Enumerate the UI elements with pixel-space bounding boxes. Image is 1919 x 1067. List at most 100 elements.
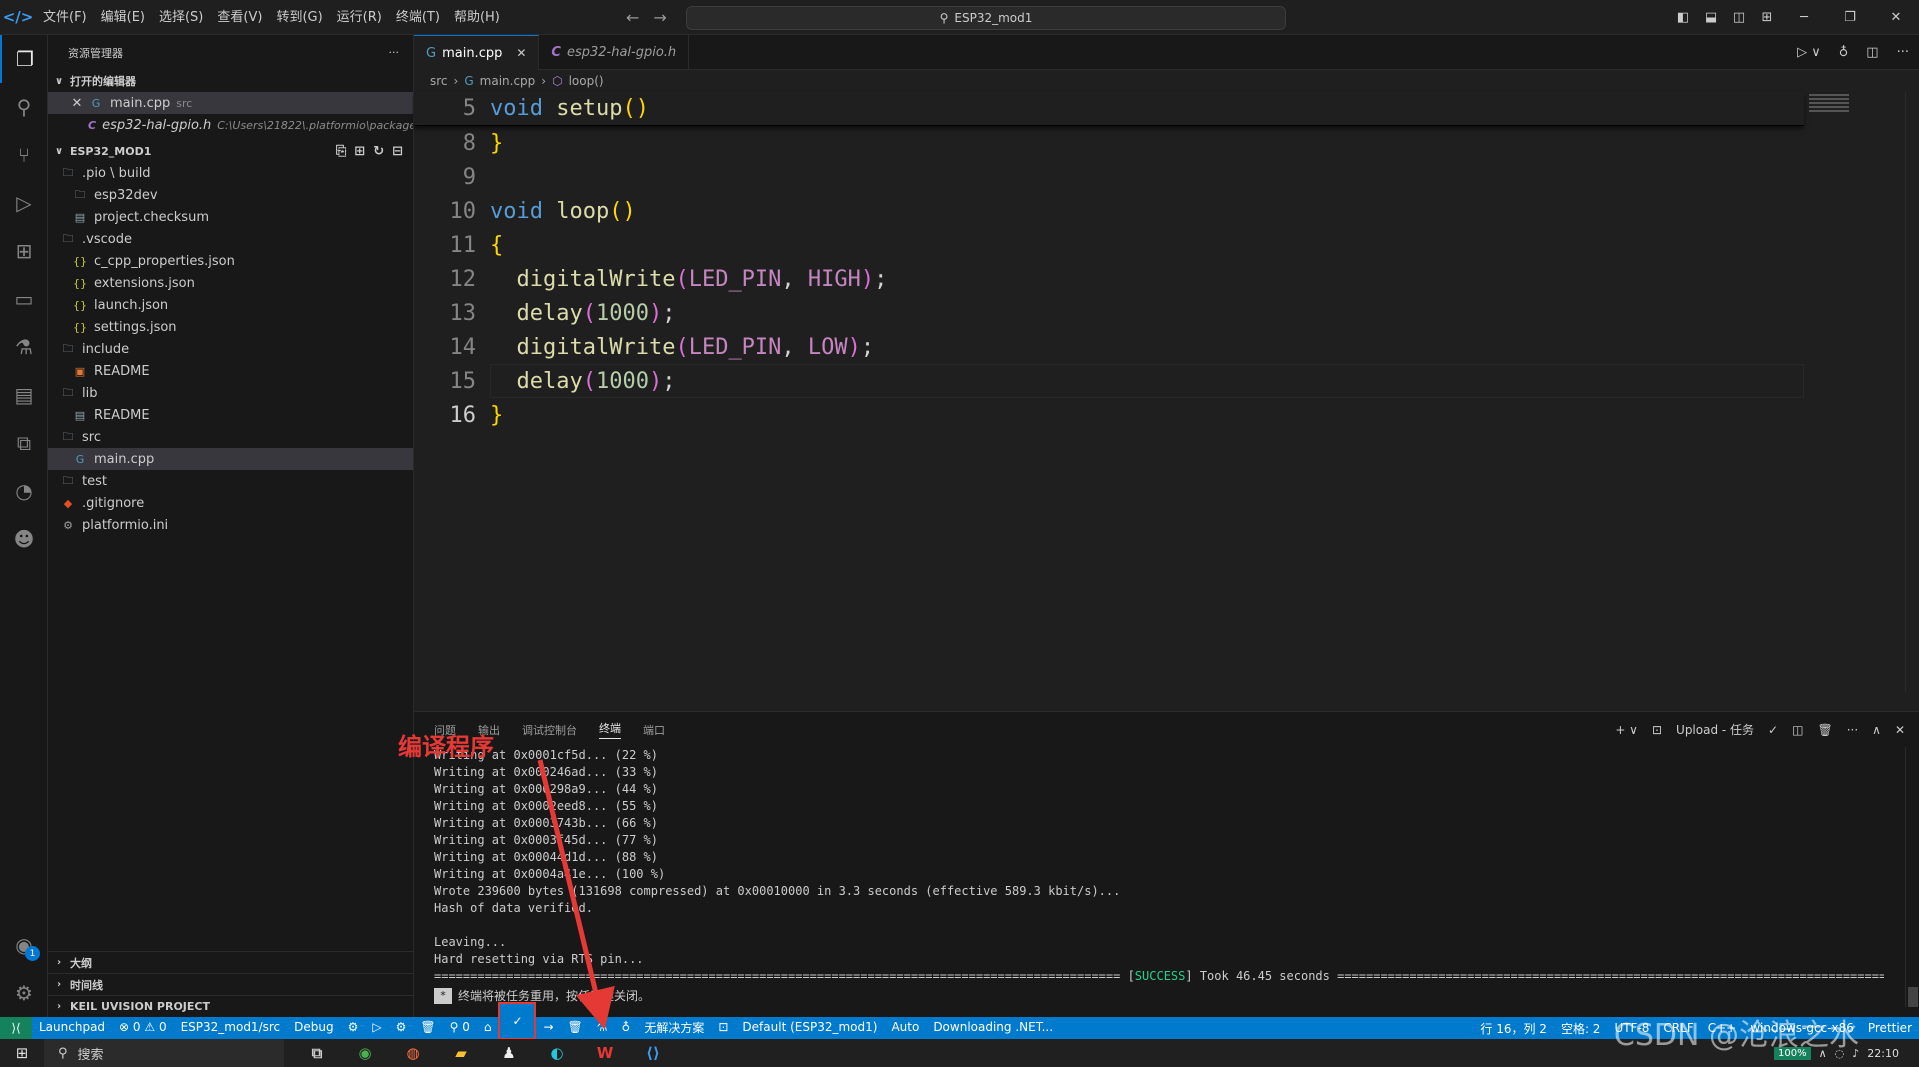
explorer-icon[interactable]: ❐ [0,35,48,83]
platformio-pin-icon[interactable]: ♁ [1839,45,1849,60]
command-center-search[interactable]: ⚲ ESP32_mod1 [686,6,1286,30]
build-check-button[interactable]: ✓ [498,1002,537,1040]
status-item[interactable]: 行 16，列 2 [1473,1017,1554,1039]
menu-selection[interactable]: 选择(S) [152,0,210,35]
source-control-icon[interactable]: ⑂ [0,131,48,179]
minimize-icon[interactable]: ─ [1781,10,1827,25]
tree-item[interactable]: ⚙ platformio.ini [48,514,413,536]
more-actions-icon[interactable]: ··· [389,46,400,59]
menu-file[interactable]: 文件(F) [36,0,94,35]
menu-edit[interactable]: 编辑(E) [94,0,152,35]
tree-item[interactable]: {} c_cpp_properties.json [48,250,413,272]
status-item[interactable]: ESP32_mod1/src [174,1016,288,1038]
status-item[interactable]: 空格: 2 [1554,1017,1608,1039]
status-item[interactable]: ⚙ [389,1016,414,1038]
menu-run[interactable]: 运行(R) [330,0,389,35]
status-item[interactable]: Launchpad [32,1016,112,1038]
edge-icon[interactable]: ◐ [544,1040,570,1066]
panel-tab-terminal[interactable]: 终端 [599,720,621,739]
code-line[interactable]: 8} [414,126,1804,160]
code-line[interactable]: 13 delay(1000); [414,296,1804,330]
code-line[interactable]: 10 void loop() [414,194,1804,228]
tree-item[interactable]: {} extensions.json [48,272,413,294]
remote-explorer-icon[interactable]: ▭ [0,275,48,323]
search-view-icon[interactable]: ⚲ [0,83,48,131]
tree-item[interactable]: 🗀 src [48,426,413,448]
keil-header[interactable]: › KEIL UVISION PROJECT [48,995,413,1017]
status-item[interactable]: Debug [287,1016,340,1038]
task-view-icon[interactable]: ⧉ [304,1040,330,1066]
tree-item[interactable]: Gmain.cpp [48,448,413,470]
breadcrumb-item[interactable]: src [430,74,448,88]
status-item[interactable]: ♁ [615,1016,638,1038]
trash-icon[interactable]: 🗑 [1817,723,1832,737]
tree-item[interactable]: 🗀 include [48,338,413,360]
testing-icon[interactable]: ⚗ [0,323,48,371]
toggle-panel-icon[interactable]: ⬓ [1697,10,1725,25]
code-line[interactable]: 9 [414,160,1804,194]
close-panel-icon[interactable]: ✕ [1895,723,1905,737]
outline-header[interactable]: › 大纲 [48,951,413,973]
project-header[interactable]: ∨ ESP32_MOD1 ⎘ ⊞ ↻ ⊟ [48,140,413,162]
tree-item[interactable]: ▣ README [48,360,413,382]
code-line[interactable]: 14 digitalWrite(LED_PIN, LOW); [414,330,1804,364]
open-editors-header[interactable]: ∨ 打开的编辑器 [48,70,413,92]
split-terminal-icon[interactable]: ◫ [1792,723,1803,737]
tree-item[interactable]: {} launch.json [48,294,413,316]
status-item[interactable]: ▷ [365,1016,388,1038]
status-item[interactable]: 🗑 [561,1016,590,1038]
menu-view[interactable]: 查看(V) [210,0,269,35]
tree-item[interactable]: 🗀 esp32dev [48,184,413,206]
new-folder-icon[interactable]: ⊞ [354,144,365,159]
status-item[interactable]: ⚗ [590,1016,615,1038]
status-item[interactable]: Auto [884,1016,926,1038]
tree-item[interactable]: {} settings.json [48,316,413,338]
panel-tab-debug-console[interactable]: 调试控制台 [522,722,577,738]
run-debug-icon[interactable]: ▷ [0,179,48,227]
clock[interactable]: 22:10 [1867,1047,1899,1060]
git-graph-icon[interactable]: ◔ [0,467,48,515]
forward-arrow-icon[interactable]: → [653,0,666,35]
taskbar-search[interactable]: ⚲ 搜索 [44,1039,284,1067]
tree-item[interactable]: 🗀 lib [48,382,413,404]
code-line[interactable]: 12 digitalWrite(LED_PIN, HIGH); [414,262,1804,296]
breadcrumb-item[interactable]: loop() [569,74,604,88]
more-actions-icon[interactable]: ··· [1897,45,1909,60]
qq-icon[interactable]: ♟ [496,1040,522,1066]
code-line[interactable]: 16} [414,398,1804,432]
tree-item[interactable]: 🗀 .pio \ build [48,162,413,184]
platformio-icon[interactable]: ☻ [0,515,48,563]
status-item[interactable]: ⌂ [477,1016,499,1038]
status-item[interactable]: Downloading .NET... [926,1016,1060,1038]
back-arrow-icon[interactable]: ← [626,0,639,35]
extensions-icon[interactable]: ⊞ [0,227,48,275]
file-explorer-icon[interactable]: ▰ [448,1040,474,1066]
close-window-icon[interactable]: ✕ [1873,10,1919,25]
editor-scrollbar[interactable] [1905,92,1919,692]
new-file-icon[interactable]: ⎘ [336,144,346,159]
firefox-icon[interactable]: ◍ [400,1040,426,1066]
status-item[interactable]: 无解决方案 [637,1016,711,1038]
code-editor[interactable]: 5 void setup() 8} 9 10 void loop() 11{12 digit… [414,92,1804,432]
tab-esp32-hal-gpio[interactable]: C esp32-hal-gpio.h [539,35,690,70]
wps-icon[interactable]: W [592,1040,618,1066]
tab-main-cpp[interactable]: G main.cpp ✕ [414,35,540,70]
open-editor-item[interactable]: ✕ G main.cpp src [48,92,413,114]
breadcrumb-item[interactable]: main.cpp [480,74,536,88]
open-editor-item[interactable]: C esp32-hal-gpio.h C:\Users\21822\.platf… [48,114,413,136]
vscode-taskbar-icon[interactable]: ⟨⟩ [640,1040,666,1066]
status-item[interactable]: Prettier [1861,1017,1919,1039]
customize-layout-icon[interactable]: ⊞ [1753,10,1781,25]
status-item[interactable]: Default (ESP32_mod1) [735,1016,884,1038]
code-line[interactable]: 11 { [414,228,1804,262]
toggle-secondary-sidebar-icon[interactable]: ◫ [1725,10,1753,25]
maximize-panel-icon[interactable]: ∧ [1872,723,1881,737]
tree-item[interactable]: 🗀 test [48,470,413,492]
menu-help[interactable]: 帮助(H) [447,0,507,35]
menu-go[interactable]: 转到(G) [269,0,329,35]
accounts-icon[interactable]: ◉ 1 [0,921,48,969]
collapse-all-icon[interactable]: ⊟ [392,144,403,159]
windows-start-icon[interactable]: ⊞ [0,1044,44,1062]
status-item[interactable]: → [536,1016,560,1038]
chrome-icon[interactable]: ◉ [352,1040,378,1066]
